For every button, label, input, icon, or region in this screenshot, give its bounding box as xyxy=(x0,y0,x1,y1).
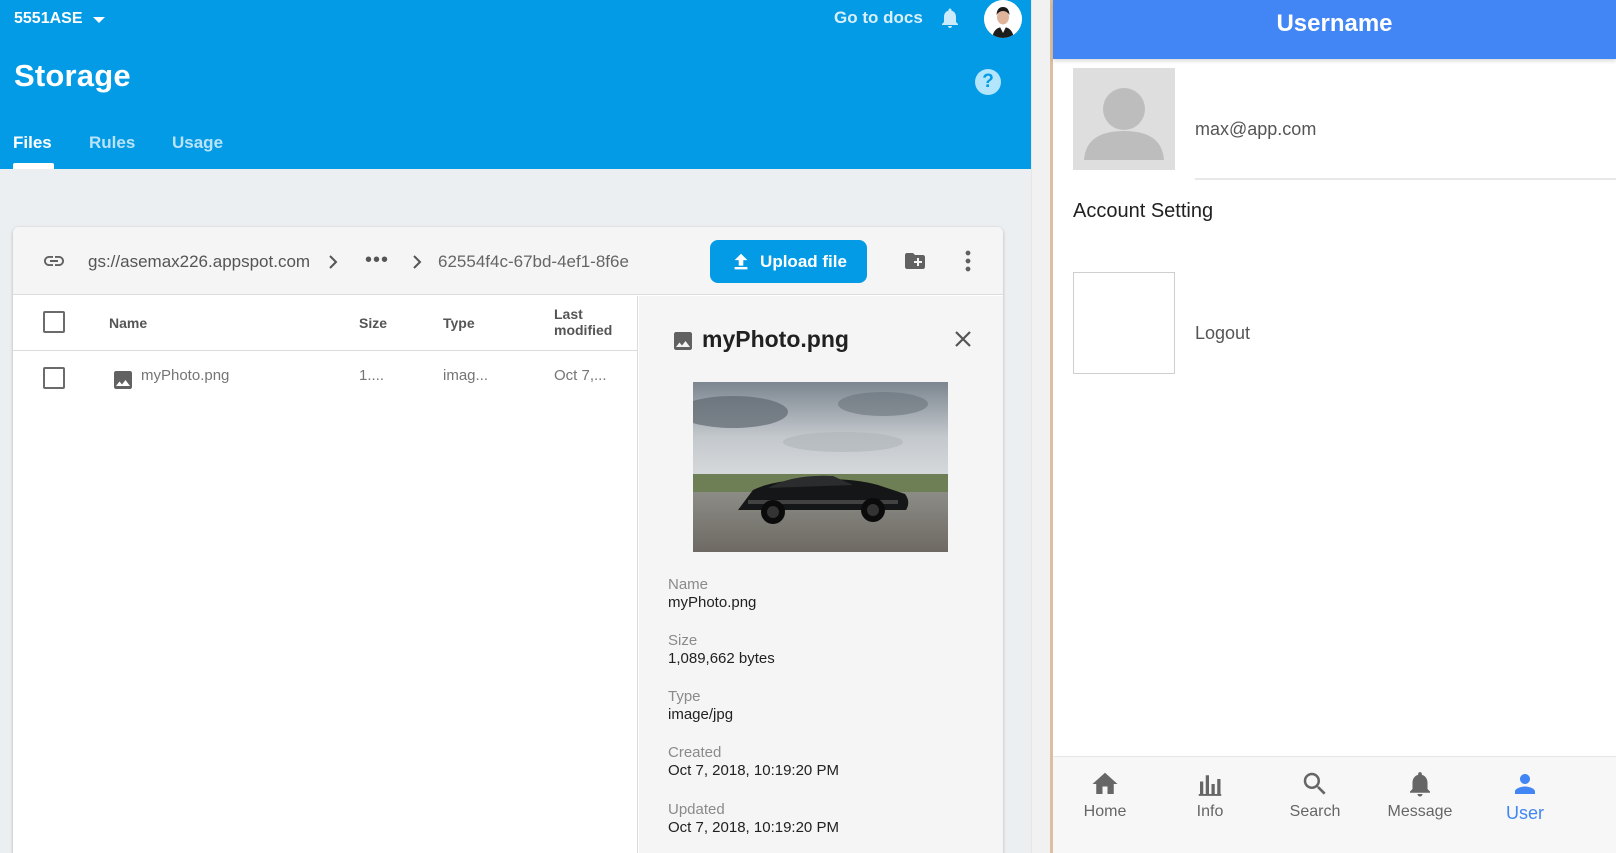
column-header-type[interactable]: Type xyxy=(443,315,475,331)
breadcrumb-folder: 62554f4c-67bd-4ef1-8f6e xyxy=(438,252,629,271)
meta-label-name: Name xyxy=(668,576,709,593)
file-size: 1.... xyxy=(359,367,385,384)
nav-message[interactable]: Message xyxy=(1370,769,1470,821)
logout-button[interactable]: Logout xyxy=(1195,323,1250,344)
meta-value-size: 1,089,662 bytes xyxy=(668,650,775,667)
file-details-panel: myPhoto.png Name myPhoto.png Size 1,089,… xyxy=(639,296,1003,853)
profile-picture[interactable] xyxy=(1073,68,1175,170)
nav-info-label: Info xyxy=(1196,803,1224,820)
breadcrumb-bucket[interactable]: gs://asemax226.appspot.com xyxy=(88,252,310,272)
account-avatar[interactable] xyxy=(984,0,1022,38)
nav-home-label: Home xyxy=(1083,803,1127,820)
nav-search-label: Search xyxy=(1289,803,1341,820)
dropdown-caret-icon xyxy=(92,17,105,23)
file-modified: Oct 7,... xyxy=(554,367,607,384)
table-row[interactable]: myPhoto.png 1.... imag... Oct 7,... xyxy=(13,352,638,408)
account-setting-heading: Account Setting xyxy=(1073,200,1214,222)
meta-value-name: myPhoto.png xyxy=(668,594,757,611)
file-name[interactable]: myPhoto.png xyxy=(141,367,229,384)
nav-message-label: Message xyxy=(1387,803,1453,820)
active-tab-indicator xyxy=(13,163,54,169)
search-icon xyxy=(1265,769,1365,799)
meta-label-size: Size xyxy=(668,632,698,649)
firebase-console: 5551ASE Go to docs Storage ? Files Rules… xyxy=(0,0,1031,853)
person-placeholder-icon xyxy=(1084,88,1164,160)
tab-files[interactable]: Files xyxy=(13,133,52,153)
meta-value-created: Oct 7, 2018, 10:19:20 PM xyxy=(668,762,839,779)
row-checkbox[interactable] xyxy=(43,367,65,389)
nav-info[interactable]: Info xyxy=(1160,769,1260,821)
nav-search[interactable]: Search xyxy=(1265,769,1365,821)
file-list-header: Name Size Type Last modified xyxy=(13,296,638,351)
divider xyxy=(1195,178,1616,180)
upload-file-button[interactable]: Upload file xyxy=(710,240,867,283)
image-file-icon xyxy=(111,368,135,392)
file-type: imag... xyxy=(443,367,489,384)
close-icon[interactable] xyxy=(953,329,973,349)
new-folder-icon[interactable] xyxy=(902,249,928,273)
tab-rules[interactable]: Rules xyxy=(89,133,135,153)
column-header-name[interactable]: Name xyxy=(109,315,147,331)
nav-user-label: User xyxy=(1505,803,1544,823)
column-header-modified-line1: Last xyxy=(554,306,583,322)
column-header-last-modified[interactable]: Last modified xyxy=(554,306,612,338)
file-list: Name Size Type Last modified myPhoto.png… xyxy=(13,296,638,853)
details-title: myPhoto.png xyxy=(702,326,849,352)
mobile-app: Username max@app.com Account Setting Log… xyxy=(1053,0,1616,853)
person-icon xyxy=(1475,769,1575,799)
column-header-size[interactable]: Size xyxy=(359,315,387,331)
project-name: 5551ASE xyxy=(14,10,83,27)
storage-browser-card: gs://asemax226.appspot.com ••• 62554f4c-… xyxy=(13,227,1003,853)
meta-label-updated: Updated xyxy=(668,801,725,818)
meta-value-updated: Oct 7, 2018, 10:19:20 PM xyxy=(668,819,839,836)
nav-home[interactable]: Home xyxy=(1055,769,1155,821)
bell-icon xyxy=(1370,769,1470,799)
column-header-modified-line2: modified xyxy=(554,322,613,338)
home-icon xyxy=(1055,769,1155,799)
tab-usage[interactable]: Usage xyxy=(172,133,223,153)
app-header-title: Username xyxy=(1053,0,1616,59)
user-email: max@app.com xyxy=(1195,119,1317,139)
meta-label-created: Created xyxy=(668,744,722,761)
image-file-icon xyxy=(671,329,695,353)
meta-label-type: Type xyxy=(668,688,701,705)
logout-image-placeholder[interactable] xyxy=(1073,272,1175,374)
image-preview[interactable] xyxy=(693,382,948,552)
console-header: 5551ASE Go to docs Storage ? Files Rules… xyxy=(0,0,1031,169)
chevron-right-icon xyxy=(409,252,425,272)
path-toolbar: gs://asemax226.appspot.com ••• 62554f4c-… xyxy=(13,227,1003,295)
nav-user[interactable]: User xyxy=(1475,769,1575,824)
go-to-docs-link[interactable]: Go to docs xyxy=(834,8,923,28)
select-all-checkbox[interactable] xyxy=(43,311,65,333)
breadcrumb-ellipsis[interactable]: ••• xyxy=(365,249,389,272)
link-icon[interactable] xyxy=(40,249,68,273)
bar-chart-icon xyxy=(1160,769,1260,799)
notifications-bell-icon[interactable] xyxy=(938,6,962,30)
upload-icon xyxy=(734,253,748,269)
chevron-right-icon xyxy=(325,252,341,272)
help-icon[interactable]: ? xyxy=(975,69,1001,95)
bottom-navigation: Home Info Search Message User xyxy=(1053,756,1616,853)
meta-value-type: image/jpg xyxy=(668,706,734,723)
more-options-icon[interactable] xyxy=(959,248,977,274)
project-selector[interactable]: 5551ASE xyxy=(14,8,105,30)
page-title: Storage xyxy=(14,58,131,93)
upload-file-label: Upload file xyxy=(760,251,847,271)
